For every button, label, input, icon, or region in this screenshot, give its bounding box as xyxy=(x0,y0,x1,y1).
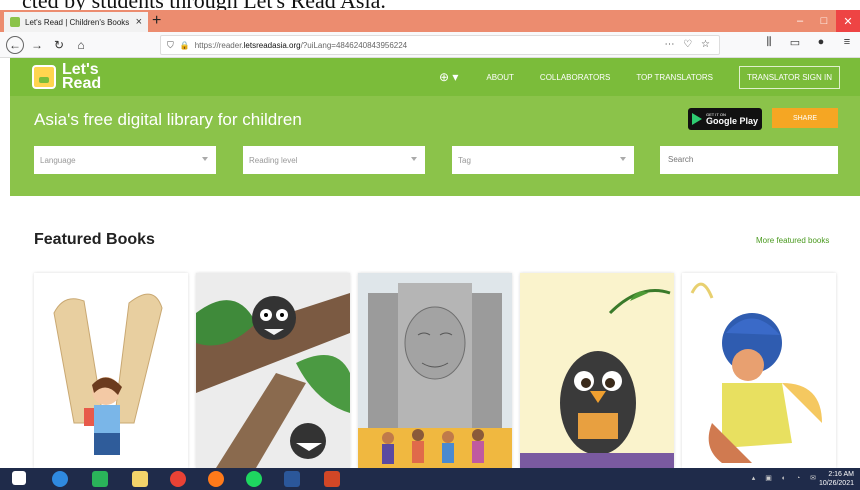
windows-taskbar: ▴ ▣ ◐ ◔ ✉ 2:16 AM 10/26/2021 xyxy=(0,468,860,490)
featured-book-cover[interactable] xyxy=(358,273,512,468)
book-cover-girl-illustration xyxy=(34,273,188,468)
spotify-icon[interactable] xyxy=(246,471,262,487)
site-nav: ⊕ ▾ ABOUT COLLABORATORS TOP TRANSLATORS … xyxy=(439,58,840,96)
featured-book-cover[interactable] xyxy=(682,273,836,468)
tag-select[interactable]: Tag xyxy=(452,146,634,174)
back-arrow-icon[interactable]: ← xyxy=(6,35,24,54)
library-icon[interactable]: ⫼ xyxy=(756,36,782,49)
maximize-button[interactable]: □ xyxy=(812,10,836,32)
page-actions-icons[interactable]: ⋯ ♡ ☆ xyxy=(665,39,714,50)
file-explorer-icon[interactable] xyxy=(132,471,148,487)
nav-collaborators[interactable]: COLLABORATORS xyxy=(540,73,610,82)
logo-line2: Read xyxy=(62,75,102,92)
url-prefix: https://reader. xyxy=(194,40,244,50)
translator-sign-in-button[interactable]: TRANSLATOR SIGN IN xyxy=(738,65,840,89)
url-domain: letsreadasia.org xyxy=(243,40,301,50)
toolbar-icons: ⫼ ▭ ● ≡ xyxy=(756,36,860,49)
shield-icon: ⛉ xyxy=(167,39,174,50)
more-featured-books-link[interactable]: More featured books xyxy=(756,236,829,245)
nav-top-translators[interactable]: TOP TRANSLATORS xyxy=(636,73,713,82)
menu-icon[interactable]: ≡ xyxy=(834,36,860,49)
site-header: Let's Read ⊕ ▾ ABOUT COLLABORATORS TOP T… xyxy=(10,58,860,96)
chevron-down-icon xyxy=(202,157,208,161)
browser-nav-bar: ← → ↻ ⌂ ⛉ 🔒 https://reader. letsreadasia.… xyxy=(0,32,860,58)
browser-tab-bar: Let's Read | Children's Books × + – □ ✕ xyxy=(0,10,860,32)
play-store-icon xyxy=(692,113,702,125)
reading-level-select[interactable]: Reading level xyxy=(243,146,425,174)
address-bar[interactable]: ⛉ 🔒 https://reader. letsreadasia.org/?uiL… xyxy=(160,35,720,55)
taskbar-clock[interactable]: 2:16 AM 10/26/2021 xyxy=(819,470,854,488)
logo-book-icon xyxy=(32,65,56,89)
book-cover-temple-illustration xyxy=(358,273,512,468)
reader-view-icon[interactable]: ▭ xyxy=(782,36,808,49)
featured-book-cover[interactable] xyxy=(196,273,350,468)
firefox-icon[interactable] xyxy=(208,471,224,487)
book-cover-bird-illustration xyxy=(520,273,674,468)
word-icon[interactable] xyxy=(284,471,300,487)
home-icon[interactable]: ⌂ xyxy=(72,36,90,54)
lets-read-favicon-icon xyxy=(10,17,20,27)
system-tray-icons[interactable]: ▴ ▣ ◐ ◔ ✉ xyxy=(752,474,820,482)
edge-icon[interactable] xyxy=(52,471,68,487)
store-icon[interactable] xyxy=(92,471,108,487)
logo-text: Let's Read xyxy=(62,62,102,92)
gplay-big-text: Google Play xyxy=(706,115,759,126)
chevron-down-icon xyxy=(411,157,417,161)
nav-about[interactable]: ABOUT xyxy=(486,73,514,82)
minimize-button[interactable]: – xyxy=(788,10,812,32)
reading-level-select-label: Reading level xyxy=(249,155,298,165)
new-tab-button[interactable]: + xyxy=(152,13,161,29)
url-suffix: /?uiLang=4846240843956224 xyxy=(300,40,408,50)
tab-title: Let's Read | Children's Books xyxy=(25,17,130,27)
chrome-icon[interactable] xyxy=(170,471,186,487)
language-select-label: Language xyxy=(40,155,76,165)
book-cover-bear-illustration xyxy=(196,273,350,468)
featured-book-cover[interactable] xyxy=(520,273,674,468)
lets-read-logo[interactable]: Let's Read xyxy=(32,62,102,92)
featured-books-heading: Featured Books xyxy=(34,231,155,248)
featured-book-cover[interactable] xyxy=(34,273,188,468)
lock-icon: 🔒 xyxy=(179,40,190,50)
screenshot-root: cted by students through Let's Read Asia… xyxy=(0,0,860,490)
hero-banner: Asia's free digital library for children… xyxy=(10,96,860,196)
windows-start-icon[interactable] xyxy=(12,471,26,485)
window-controls: – □ ✕ xyxy=(788,10,860,32)
forward-arrow-icon[interactable]: → xyxy=(28,36,46,54)
tagline: Asia's free digital library for children xyxy=(34,110,302,129)
search-input[interactable] xyxy=(660,146,838,174)
share-button[interactable]: SHARE xyxy=(772,108,838,128)
browser-tab[interactable]: Let's Read | Children's Books × xyxy=(4,12,148,32)
close-window-button[interactable]: ✕ xyxy=(836,10,860,32)
tag-select-label: Tag xyxy=(458,155,471,165)
powerpoint-icon[interactable] xyxy=(324,471,340,487)
language-select[interactable]: Language xyxy=(34,146,216,174)
chevron-down-icon xyxy=(620,157,626,161)
tab-close-icon[interactable]: × xyxy=(136,16,142,28)
reload-icon[interactable]: ↻ xyxy=(50,36,68,54)
google-play-button[interactable]: GET IT ON Google Play xyxy=(688,108,762,130)
taskbar-time: 2:16 AM xyxy=(828,471,854,478)
language-globe-icon[interactable]: ⊕ ▾ xyxy=(439,70,458,84)
book-cover-boy-illustration xyxy=(682,273,836,468)
account-icon[interactable]: ● xyxy=(808,36,834,49)
taskbar-date: 10/26/2021 xyxy=(818,480,854,487)
